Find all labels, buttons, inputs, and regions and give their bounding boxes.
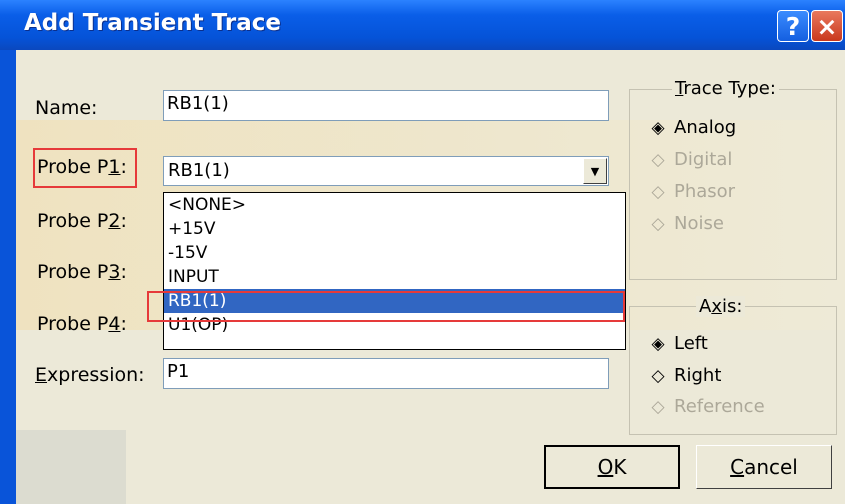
probe-p1-dropdown-list[interactable]: <NONE> +15V -15V INPUT RB1(1) U1(OP) (163, 192, 626, 350)
background-block (16, 430, 126, 504)
selected-item-highlight (147, 291, 625, 322)
probe-p1-label: Probe P1: (37, 156, 127, 178)
radio-checked-icon: ◈ (651, 333, 665, 354)
radio-icon: ◇ (651, 396, 665, 417)
list-item[interactable]: +15V (164, 217, 625, 241)
list-item[interactable]: INPUT (164, 265, 625, 289)
name-label: Name: (35, 97, 98, 119)
trace-type-title: Trace Type: (672, 78, 779, 99)
help-button[interactable]: ? (777, 10, 809, 42)
list-item[interactable]: <NONE> (164, 193, 625, 217)
expression-label: Expression: (35, 364, 145, 386)
radio-analog[interactable]: ◈ Analog (648, 117, 736, 138)
radio-icon: ◇ (651, 365, 665, 386)
radio-reference-label: Reference (674, 396, 765, 417)
radio-left[interactable]: ◈ Left (648, 333, 708, 354)
expression-field[interactable]: P1 (163, 358, 609, 389)
probe-p4-label: Probe P4: (37, 313, 127, 335)
cancel-button[interactable]: Cancel (696, 445, 832, 489)
dialog-body: Name: RB1(1) Probe P1: RB1(1) ▼ <NONE> +… (16, 50, 845, 504)
radio-digital-label: Digital (674, 149, 733, 170)
radio-phasor-label: Phasor (674, 181, 736, 202)
probe-p1-combobox[interactable]: RB1(1) ▼ (163, 156, 609, 186)
ok-button[interactable]: OK (544, 445, 680, 489)
radio-right-label: Right (674, 365, 722, 386)
probe-p2-label: Probe P2: (37, 210, 127, 232)
radio-digital[interactable]: ◇ Digital (648, 149, 732, 170)
axis-title: Axis: (696, 296, 746, 317)
radio-analog-label: Analog (674, 117, 737, 138)
title-bar[interactable]: Add Transient Trace ? × (0, 0, 845, 50)
radio-icon: ◇ (651, 149, 665, 170)
radio-left-label: Left (674, 333, 708, 354)
radio-icon: ◇ (651, 181, 665, 202)
radio-noise[interactable]: ◇ Noise (648, 213, 724, 234)
chevron-down-icon[interactable]: ▼ (583, 158, 607, 184)
radio-checked-icon: ◈ (651, 117, 665, 138)
probe-p3-label: Probe P3: (37, 261, 127, 283)
radio-reference[interactable]: ◇ Reference (648, 396, 765, 417)
dialog-window: Add Transient Trace ? × Name: RB1(1) Pro… (0, 0, 845, 504)
list-item[interactable]: -15V (164, 241, 625, 265)
radio-right[interactable]: ◇ Right (648, 365, 721, 386)
radio-noise-label: Noise (674, 213, 724, 234)
close-button[interactable]: × (811, 10, 843, 42)
probe-p1-value: RB1(1) (168, 160, 230, 181)
radio-icon: ◇ (651, 213, 665, 234)
dialog-title: Add Transient Trace (24, 10, 281, 36)
radio-phasor[interactable]: ◇ Phasor (648, 181, 735, 202)
name-field[interactable]: RB1(1) (163, 90, 609, 121)
